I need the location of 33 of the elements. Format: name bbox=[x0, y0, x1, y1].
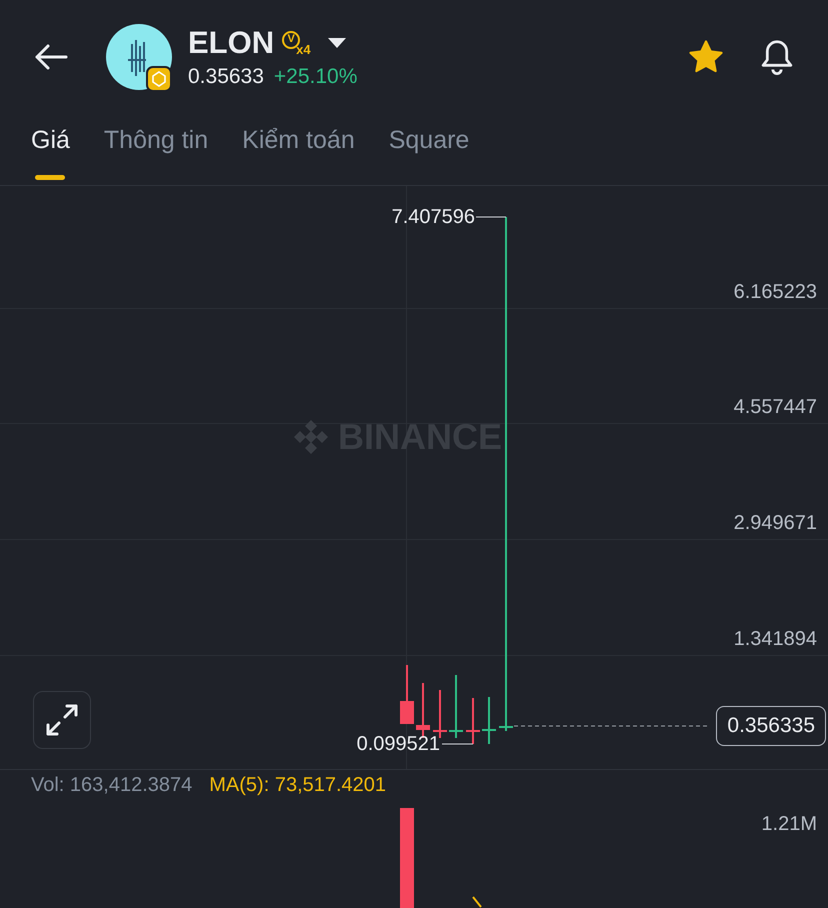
dropdown-caret-icon[interactable] bbox=[326, 37, 347, 49]
multiplier-badge: V x4 bbox=[282, 30, 311, 56]
price-axis-label: 2.949671 bbox=[734, 511, 817, 535]
candle bbox=[466, 698, 480, 744]
volume-label: Vol: 163,412.3874 bbox=[31, 773, 192, 797]
expand-icon bbox=[45, 703, 79, 737]
back-icon[interactable] bbox=[34, 43, 68, 71]
price-axis-label: 6.165223 bbox=[734, 280, 817, 304]
expand-button[interactable] bbox=[33, 691, 91, 749]
chain-badge-icon bbox=[146, 66, 172, 92]
tab[interactable]: Giá bbox=[31, 122, 70, 185]
moving-average-line bbox=[472, 896, 482, 908]
price-change: +25.10% bbox=[274, 64, 358, 90]
star-icon[interactable] bbox=[688, 40, 724, 74]
last-price-tag: 0.356335 bbox=[716, 706, 826, 746]
price-axis-label: 1.341894 bbox=[734, 627, 817, 651]
volume-axis-label: 1.21M bbox=[761, 812, 817, 836]
candle bbox=[482, 697, 496, 744]
tab[interactable]: Kiểm toán bbox=[242, 122, 355, 185]
tab[interactable]: Square bbox=[388, 122, 470, 185]
candle bbox=[433, 690, 447, 738]
low-price-label: 0.099521 bbox=[356, 732, 440, 756]
price-axis-label: 4.557447 bbox=[734, 395, 817, 419]
tab[interactable]: Thông tin bbox=[104, 122, 208, 185]
candle bbox=[400, 665, 414, 724]
candle bbox=[416, 683, 430, 738]
coin-symbol: ELON bbox=[188, 24, 274, 62]
coin-price: 0.35633 bbox=[188, 64, 264, 90]
moving-average-label: MA(5): 73,517.4201 bbox=[209, 773, 386, 797]
high-price-label: 7.407596 bbox=[392, 205, 475, 229]
bell-icon[interactable] bbox=[760, 39, 794, 75]
candle bbox=[449, 675, 463, 738]
high-leader-line bbox=[476, 216, 506, 218]
